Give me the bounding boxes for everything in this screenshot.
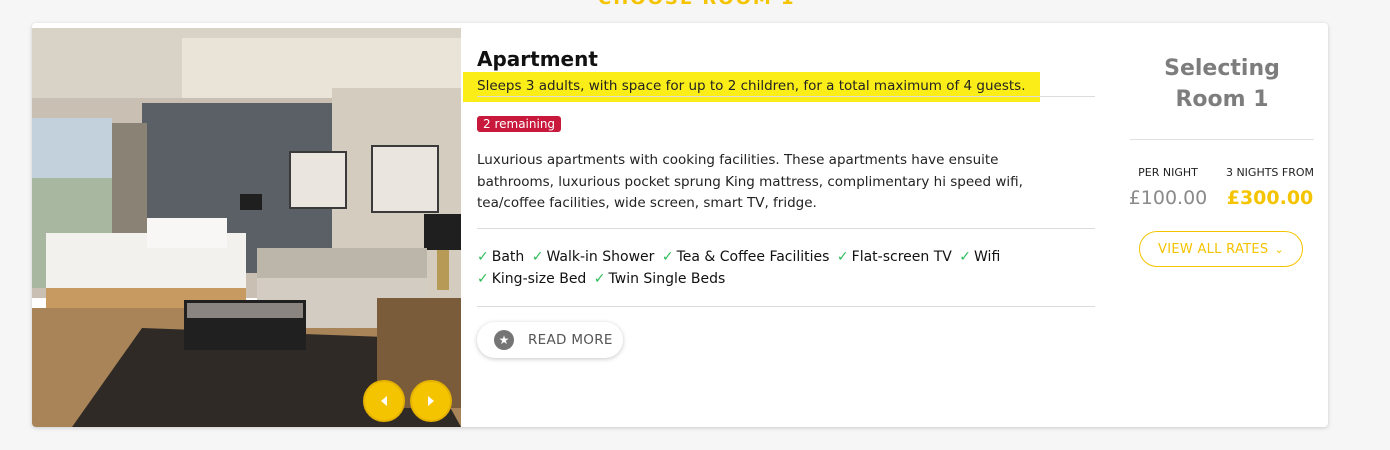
selecting-room-label: Selecting Room 1	[1164, 56, 1280, 112]
amenity-item: ✓ Wifi	[959, 249, 1001, 265]
check-icon: ✓	[477, 249, 489, 265]
availability-badge: 2 remaining	[477, 116, 562, 132]
divider	[477, 96, 1095, 97]
star-icon: ★	[494, 330, 514, 350]
amenity-list: ✓ Bath ✓ Walk-in Shower ✓ Tea & Coffee Faci…	[477, 246, 1095, 290]
carousel-next-button[interactable]	[410, 380, 452, 422]
chevron-down-icon: ⌄	[1274, 242, 1284, 256]
amenity-item: ✓ Bath	[477, 249, 525, 265]
room-description: Luxurious apartments with cooking facili…	[477, 152, 1023, 211]
total-price-block: 3 NIGHTS FROM £300.00	[1220, 166, 1320, 209]
check-icon: ✓	[836, 249, 849, 265]
per-night-price: £100.00	[1128, 187, 1208, 209]
divider	[1130, 139, 1314, 140]
per-night-price-block: PER NIGHT £100.00	[1120, 166, 1216, 209]
amenity-item: ✓ Twin Single Beds	[593, 271, 726, 287]
nights-label: 3 NIGHTS FROM	[1225, 166, 1315, 179]
check-icon: ✓	[959, 249, 972, 265]
occupancy-text: Sleeps 3 adults, with space for up to 2 …	[463, 72, 1040, 102]
amenity-item: ✓ Tea & Coffee Facilities	[661, 249, 830, 265]
chevron-right-icon	[428, 396, 434, 406]
view-all-rates-button[interactable]: VIEW ALL RATES ⌄	[1139, 231, 1303, 267]
check-icon: ✓	[477, 271, 489, 287]
room-title: Apartment	[477, 47, 598, 71]
room-photo-image	[32, 28, 461, 427]
room-card: Apartment Sleeps 3 adults, with space fo…	[32, 23, 1328, 427]
divider	[477, 306, 1095, 307]
section-heading: CHOOSE ROOM 1	[598, 0, 796, 9]
per-night-label: PER NIGHT	[1138, 166, 1198, 179]
chevron-left-icon	[381, 396, 387, 406]
carousel-prev-button[interactable]	[363, 380, 405, 422]
check-icon: ✓	[531, 249, 544, 265]
amenity-item: ✓ Flat-screen TV	[836, 249, 952, 265]
read-more-label: READ MORE	[528, 332, 613, 348]
amenity-item: ✓ King-size Bed	[477, 271, 587, 287]
view-all-rates-label: VIEW ALL RATES	[1158, 241, 1269, 257]
check-icon: ✓	[661, 249, 674, 265]
total-price: £300.00	[1226, 187, 1314, 209]
amenity-item: ✓ Walk-in Shower	[531, 249, 655, 265]
check-icon: ✓	[593, 271, 606, 287]
room-photo	[32, 28, 461, 427]
read-more-button[interactable]: ★ READ MORE	[477, 322, 623, 358]
divider	[477, 228, 1095, 229]
